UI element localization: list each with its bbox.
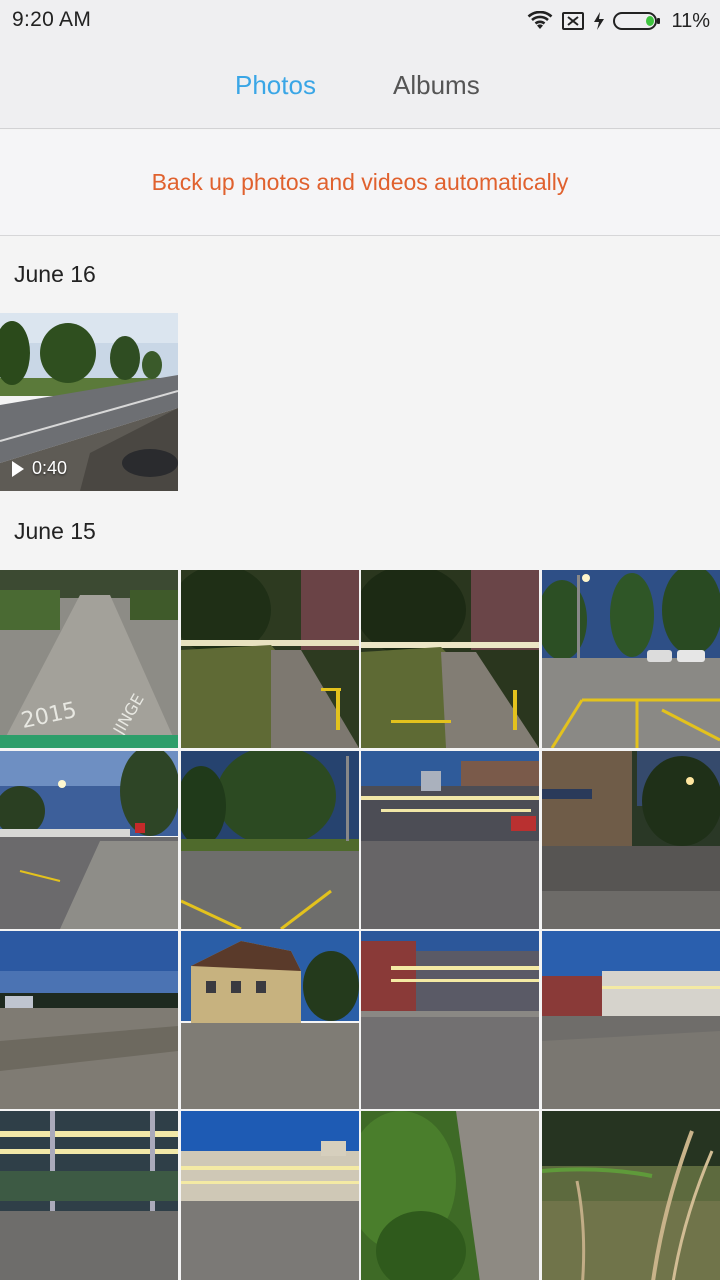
photo-thumbnail-image bbox=[542, 931, 720, 1109]
backup-prompt: Back up photos and videos automatically bbox=[151, 169, 569, 195]
battery-percentage: 11% bbox=[671, 9, 710, 32]
video-duration: 0:40 bbox=[32, 458, 68, 478]
photo-thumbnail-image bbox=[0, 1111, 178, 1280]
photo-thumbnail[interactable] bbox=[361, 1111, 539, 1280]
photo-thumbnail-image bbox=[361, 570, 539, 748]
photo-thumbnail-image bbox=[181, 751, 359, 929]
tab-bar: Photos Albums bbox=[0, 44, 720, 129]
backup-banner[interactable]: Back up photos and videos automatically bbox=[0, 130, 720, 236]
photo-thumbnail[interactable] bbox=[542, 751, 720, 929]
wifi-icon bbox=[527, 11, 553, 31]
photo-thumbnail[interactable] bbox=[0, 751, 178, 929]
photo-thumbnail-image bbox=[542, 570, 720, 748]
charging-icon bbox=[593, 11, 605, 31]
photo-thumbnail-image bbox=[542, 751, 720, 929]
photo-thumbnail[interactable] bbox=[0, 931, 178, 1109]
photo-thumbnail-image bbox=[0, 931, 178, 1109]
photo-thumbnail[interactable] bbox=[542, 931, 720, 1109]
section-date-header: June 15 bbox=[14, 518, 96, 544]
tab-albums[interactable]: Albums bbox=[393, 70, 480, 101]
photo-thumbnail-image bbox=[181, 570, 359, 748]
photo-thumbnail-image bbox=[361, 1111, 539, 1280]
photo-thumbnail[interactable] bbox=[181, 751, 359, 929]
photo-thumbnail[interactable] bbox=[0, 1111, 178, 1280]
photo-thumbnail-image bbox=[181, 931, 359, 1109]
status-bar: 9:20 AM 11% bbox=[0, 0, 720, 44]
tab-photos[interactable]: Photos bbox=[235, 70, 316, 101]
photo-thumbnail[interactable]: 2015 JINGE bbox=[0, 570, 178, 748]
play-icon bbox=[12, 460, 24, 477]
video-duration-badge: 0:40 bbox=[12, 458, 67, 479]
photo-thumbnail-image bbox=[361, 931, 539, 1109]
photo-thumbnail-image bbox=[542, 1111, 720, 1280]
status-icons: 11% bbox=[527, 7, 710, 35]
battery-icon bbox=[613, 11, 661, 31]
section-date-header: June 16 bbox=[14, 261, 96, 287]
photo-thumbnail[interactable] bbox=[361, 931, 539, 1109]
no-sim-icon bbox=[561, 11, 585, 31]
video-thumbnail[interactable]: 0:40 bbox=[0, 313, 178, 491]
photo-thumbnail-image bbox=[361, 751, 539, 929]
status-time: 9:20 AM bbox=[12, 8, 92, 31]
photo-thumbnail-image bbox=[181, 1111, 359, 1280]
photo-thumbnail-image bbox=[0, 751, 178, 929]
photo-thumbnail[interactable] bbox=[181, 1111, 359, 1280]
photo-thumbnail[interactable] bbox=[181, 931, 359, 1109]
photo-thumbnail-image: 2015 JINGE bbox=[0, 570, 178, 748]
photo-thumbnail[interactable] bbox=[361, 570, 539, 748]
photo-thumbnail[interactable] bbox=[361, 751, 539, 929]
photo-thumbnail[interactable] bbox=[542, 570, 720, 748]
photo-thumbnail[interactable] bbox=[181, 570, 359, 748]
photo-thumbnail[interactable] bbox=[542, 1111, 720, 1280]
